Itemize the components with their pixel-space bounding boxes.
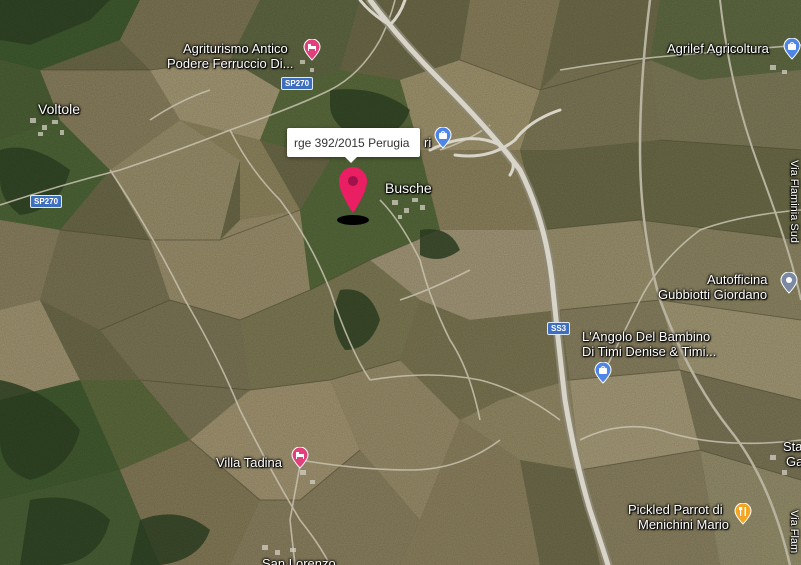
tooltip-tail xyxy=(344,156,358,163)
poi-label-partial-ri[interactable]: ri xyxy=(424,136,431,150)
poi-label-autofficina-line1[interactable]: Autofficina xyxy=(707,273,767,287)
tooltip-text: rge 392/2015 Perugia xyxy=(294,135,410,150)
satellite-imagery xyxy=(0,0,801,565)
place-label-fragment-ga[interactable]: Ga xyxy=(786,455,801,469)
poi-label-agriturismo-line1[interactable]: Agriturismo Antico xyxy=(183,42,288,56)
road-label-via-flaminia-sud: Via Flaminia Sud xyxy=(788,160,800,243)
place-label-san-lorenzo[interactable]: San Lorenzo xyxy=(262,557,336,565)
place-label-voltole[interactable]: Voltole xyxy=(38,102,80,117)
bed-icon[interactable] xyxy=(303,39,321,61)
poi-label-pickled-line1[interactable]: Pickled Parrot di xyxy=(628,503,723,517)
shopping-bag-icon[interactable] xyxy=(434,127,452,149)
poi-label-agriturismo-line2[interactable]: Podere Ferruccio Di... xyxy=(167,57,293,71)
place-label-fragment-sta[interactable]: Sta xyxy=(783,440,801,454)
road-label-via-flaminia: Via Flam xyxy=(788,510,800,554)
shopping-bag-icon[interactable] xyxy=(783,38,801,60)
satellite-map[interactable]: SP270 SP270 SS3 Voltole Busche Villa Tad… xyxy=(0,0,801,565)
fork-knife-icon[interactable] xyxy=(734,503,752,525)
map-pin-icon[interactable] xyxy=(334,163,372,227)
poi-label-pickled-line2[interactable]: Menichini Mario xyxy=(638,518,729,532)
road-shield-sp270-left: SP270 xyxy=(30,195,63,208)
bed-icon[interactable] xyxy=(291,447,309,469)
road-shield-sp270-top: SP270 xyxy=(281,77,314,90)
map-marker-icon[interactable] xyxy=(780,272,798,294)
shopping-bag-icon[interactable] xyxy=(594,362,612,384)
place-label-busche[interactable]: Busche xyxy=(385,181,432,196)
marker-info-tooltip[interactable]: rge 392/2015 Perugia xyxy=(287,128,420,157)
poi-label-agrilef[interactable]: Agrilef Agricoltura xyxy=(667,42,769,56)
road-shield-ss3: SS3 xyxy=(547,322,571,335)
poi-label-autofficina-line2[interactable]: Gubbiotti Giordano xyxy=(658,288,767,302)
place-label-villa-tadina[interactable]: Villa Tadina xyxy=(216,456,282,470)
poi-label-angolo-line2[interactable]: Di Timi Denise & Timi... xyxy=(582,345,716,359)
poi-label-angolo-line1[interactable]: L'Angolo Del Bambino xyxy=(582,330,710,344)
